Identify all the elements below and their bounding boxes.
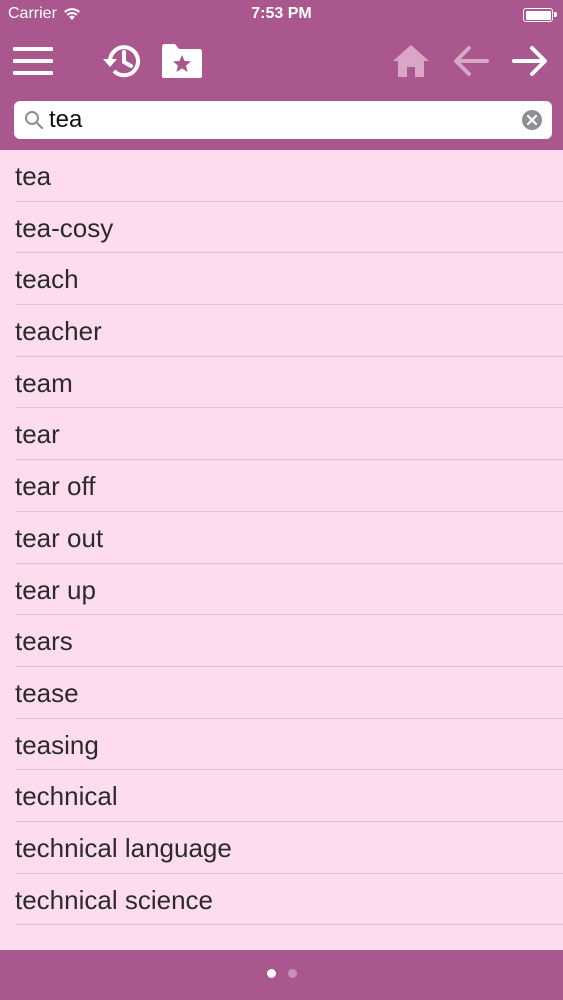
- back-button[interactable]: [448, 38, 494, 84]
- favorites-button[interactable]: [159, 38, 205, 84]
- word-label: tease: [15, 677, 79, 708]
- word-label: tear out: [15, 522, 104, 553]
- list-item[interactable]: tears: [0, 615, 563, 667]
- list-item[interactable]: technical science: [0, 874, 563, 926]
- menu-button[interactable]: [10, 38, 56, 84]
- word-label: tear off: [15, 471, 96, 502]
- history-clock-icon: [103, 45, 140, 78]
- list-item[interactable]: team: [0, 357, 563, 409]
- status-bar: Carrier 7:53 PM: [0, 0, 563, 30]
- home-icon: [393, 45, 429, 77]
- word-label: team: [15, 367, 73, 398]
- hamburger-menu-icon: [13, 47, 53, 75]
- list-item[interactable]: tear out: [0, 512, 563, 564]
- page-dot-2[interactable]: [287, 969, 297, 978]
- list-item[interactable]: tear: [0, 408, 563, 460]
- word-label: tea-cosy: [15, 212, 114, 243]
- bottom-bar: [0, 950, 563, 1000]
- list-item[interactable]: tea-cosy: [0, 202, 563, 254]
- list-item[interactable]: technical: [0, 770, 563, 822]
- list-item[interactable]: tea: [0, 150, 563, 202]
- search-icon: [25, 111, 44, 130]
- star-folder-icon: [162, 44, 202, 78]
- page-indicator[interactable]: [0, 969, 563, 978]
- toolbar: [0, 30, 563, 92]
- arrow-left-icon: [454, 46, 489, 76]
- page-dot-1[interactable]: [266, 969, 276, 978]
- word-label: technical: [15, 781, 118, 812]
- word-label: tears: [15, 626, 73, 657]
- word-label: tea: [15, 161, 52, 191]
- word-label: teacher: [15, 316, 102, 347]
- list-item[interactable]: tear off: [0, 460, 563, 512]
- word-label: technical language: [15, 832, 232, 863]
- history-button[interactable]: [99, 38, 145, 84]
- word-label: tear up: [15, 574, 96, 605]
- word-label: teach: [15, 264, 79, 295]
- home-button[interactable]: [388, 38, 434, 84]
- search-input[interactable]: [49, 103, 509, 137]
- arrow-right-icon: [512, 46, 547, 76]
- list-item[interactable]: teacher: [0, 305, 563, 357]
- list-item[interactable]: tease: [0, 667, 563, 719]
- list-item[interactable]: teach: [0, 253, 563, 305]
- list-item[interactable]: teasing: [0, 719, 563, 771]
- status-time: 7:53 PM: [251, 5, 312, 22]
- list-item[interactable]: technical language: [0, 822, 563, 874]
- forward-button[interactable]: [507, 38, 553, 84]
- battery-icon: [523, 8, 557, 22]
- word-list: tea tea-cosy teach teacher team tear tea…: [0, 150, 563, 950]
- word-label: teasing: [15, 729, 99, 760]
- search-box[interactable]: [14, 101, 552, 139]
- list-item[interactable]: tear up: [0, 564, 563, 616]
- clear-search-icon[interactable]: [522, 110, 542, 130]
- word-label: tear: [15, 419, 60, 450]
- word-label: technical science: [15, 884, 213, 915]
- search-bar: [0, 92, 563, 150]
